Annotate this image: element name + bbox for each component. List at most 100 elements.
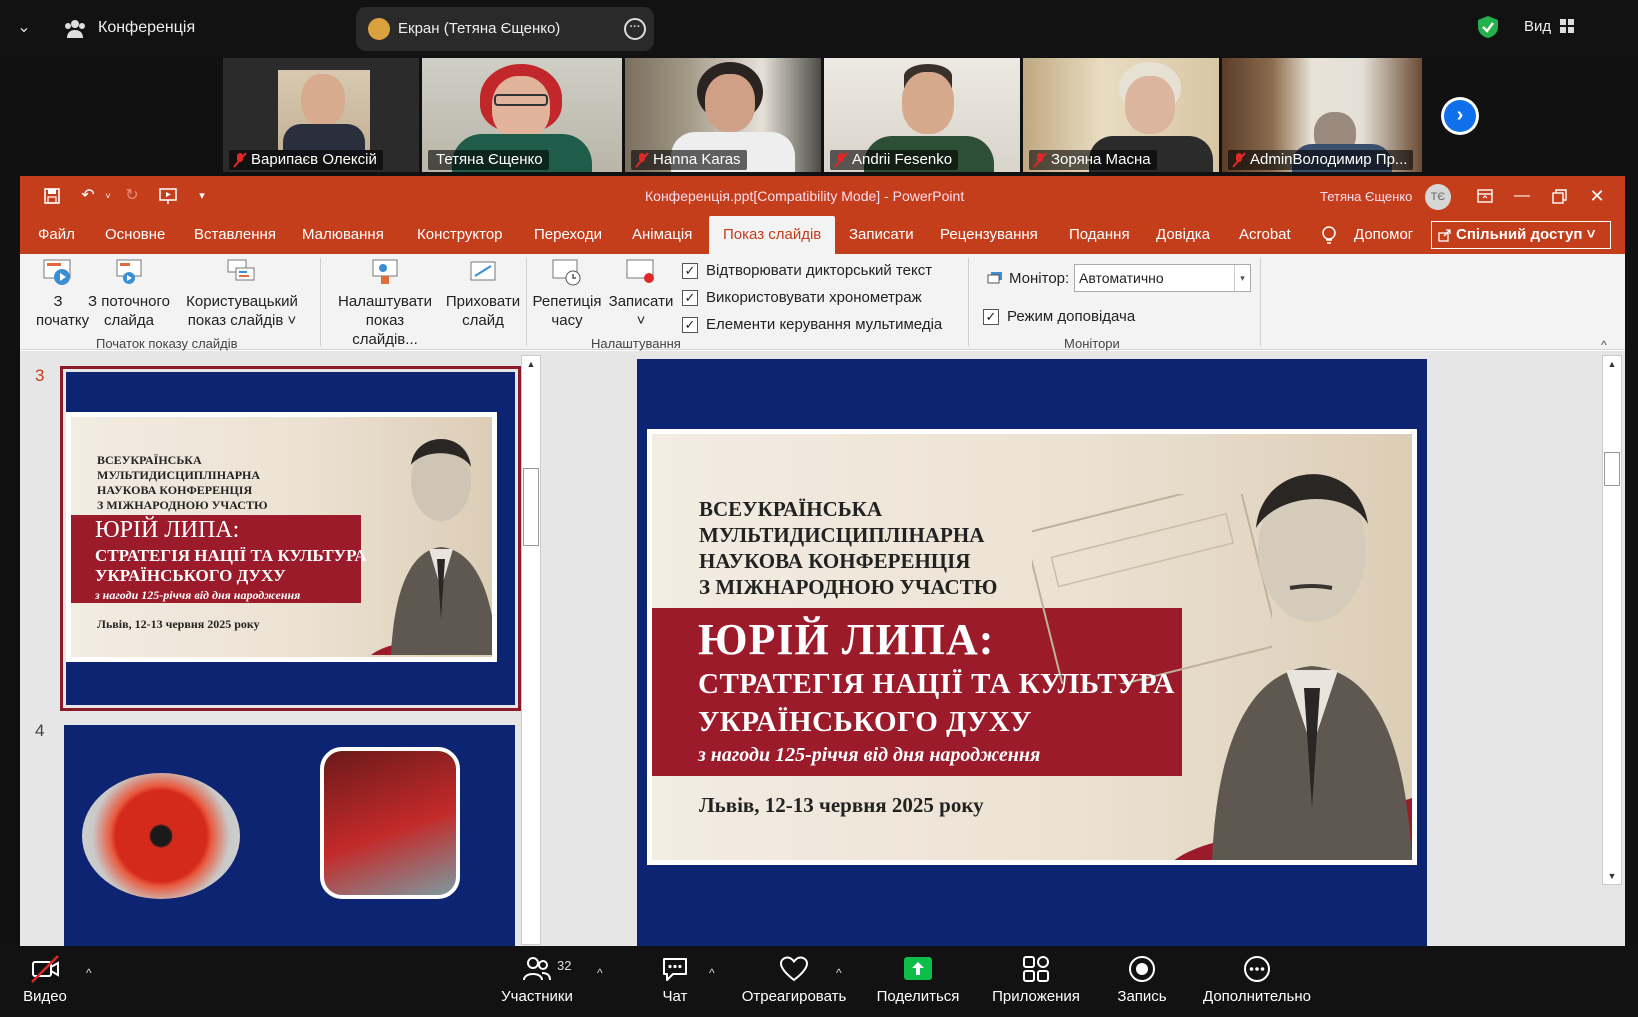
banner-subtitle-text: СТРАТЕГІЯ НАЦІЇ ТА КУЛЬТУРА УКРАЇНСЬКОГО … — [698, 668, 1175, 738]
screen-share-pill[interactable]: Екран (Тетяна Єщенко) ··· — [356, 7, 654, 51]
view-label[interactable]: Вид — [1524, 18, 1551, 35]
muted-mic-icon — [1232, 152, 1246, 168]
rehearse-timer-icon — [552, 259, 581, 286]
poppy-image — [82, 773, 240, 899]
slide-thumbnail-4[interactable] — [64, 725, 515, 946]
zoom-toolbar: Видео ^ Участники 32 ^ Чат ^ Отреагирова… — [0, 946, 1638, 1017]
play-narrations-checkbox[interactable]: ✓ Відтворювати дикторський текст — [682, 262, 932, 279]
monitor-select[interactable]: Автоматично ▾ — [1074, 264, 1251, 292]
slideshow-start-icon — [43, 259, 71, 285]
user-name[interactable]: Тетяна Єщенко — [1320, 189, 1412, 204]
chat-button[interactable]: Чат — [652, 954, 698, 1005]
tab-acrobat[interactable]: Acrobat — [1225, 216, 1305, 254]
custom-slide-show-button[interactable]: Користувацький показ слайдів ˅ — [184, 258, 300, 330]
banner-heading-text: ВСЕУКРАЇНСЬКА МУЛЬТИДИСЦИПЛІНАРНА НАУКОВА … — [699, 497, 998, 599]
participant-name: Hanna Karas — [631, 150, 747, 170]
lightbulb-icon[interactable] — [1320, 225, 1338, 245]
restore-icon[interactable] — [1547, 184, 1571, 208]
muted-mic-icon — [834, 152, 848, 168]
tab-file[interactable]: Файл — [24, 216, 89, 254]
video-options-caret-icon[interactable]: ^ — [86, 966, 92, 980]
share-screen-button[interactable]: Поделиться — [872, 954, 964, 1005]
customize-toolbar-icon[interactable]: ▾ — [192, 186, 212, 206]
media-controls-checkbox[interactable]: ✓ Елементи керування мультимедіа — [682, 316, 942, 333]
presenter-view-checkbox[interactable]: ✓ Режим доповідача — [983, 308, 1135, 325]
hide-slide-button[interactable]: Приховати слайд — [444, 258, 522, 330]
apps-button[interactable]: Приложения — [988, 954, 1084, 1005]
tab-slide-show[interactable]: Показ слайдів — [709, 216, 836, 254]
participants-icon — [523, 957, 551, 981]
banner-inner: ВСЕУКРАЇНСЬКА МУЛЬТИДИСЦИПЛІНАРНА НАУКОВА … — [652, 434, 1412, 860]
encryption-shield-icon[interactable] — [1477, 15, 1499, 39]
tab-record[interactable]: Записати — [835, 216, 928, 254]
participant-tile[interactable]: Andrii Fesenko — [824, 58, 1020, 172]
tab-view[interactable]: Подання — [1055, 216, 1144, 254]
record-slide-show-button[interactable]: Записати ˅ — [606, 258, 676, 330]
slide-number-next: 4 — [35, 721, 45, 740]
participant-tile[interactable]: Варипаєв Олексій — [223, 58, 419, 172]
rehearse-timings-button[interactable]: Репетиція часу — [530, 258, 604, 330]
view-grid-icon[interactable] — [1559, 18, 1575, 34]
minimize-icon[interactable]: — — [1510, 184, 1534, 208]
collapse-chevron-icon[interactable]: ⌄ — [14, 16, 34, 40]
tab-design[interactable]: Конструктор — [403, 216, 517, 254]
muted-mic-icon — [635, 152, 649, 168]
portrait-image — [371, 439, 492, 655]
share-button[interactable]: Спільний доступ ˅ — [1431, 221, 1611, 249]
participant-tile[interactable]: Зоряна Масна — [1023, 58, 1219, 172]
participant-name: Тетяна Єщенко — [428, 150, 549, 170]
react-button[interactable]: Отреагировать — [740, 954, 848, 1005]
user-avatar[interactable]: ТЄ — [1425, 184, 1451, 210]
portrait-photo-image — [320, 747, 460, 899]
setup-show-icon — [372, 259, 398, 284]
scroll-down-icon[interactable]: ▼ — [1603, 868, 1621, 884]
participant-tile[interactable]: AdminВолодимир Пр... — [1222, 58, 1422, 172]
tab-animations[interactable]: Анімація — [618, 216, 706, 254]
scroll-up-icon[interactable]: ▲ — [1603, 356, 1621, 372]
chat-options-caret-icon[interactable]: ^ — [709, 966, 715, 980]
close-icon[interactable]: ✕ — [1585, 184, 1609, 208]
slideshow-current-icon — [116, 259, 142, 284]
record-button[interactable]: Запись — [1112, 954, 1172, 1005]
collapse-ribbon-icon[interactable]: ^ — [1601, 338, 1607, 352]
banner-occasion-text: з нагоди 125-річчя від дня народження — [698, 744, 1041, 766]
redo-icon[interactable]: ↻ — [122, 186, 142, 206]
slide-thumbnail-selected[interactable]: ВСЕУКРАЇНСЬКА МУЛЬТИДИСЦИПЛІНАРНА НАУКОВА … — [60, 366, 521, 711]
more-button[interactable]: Дополнительно — [1198, 954, 1316, 1005]
save-icon[interactable] — [42, 186, 62, 206]
apps-icon — [1023, 956, 1049, 982]
participant-tile[interactable]: Тетяна Єщенко — [422, 58, 622, 172]
participants-count: 32 — [557, 958, 572, 973]
tab-review[interactable]: Рецензування — [926, 216, 1052, 254]
tab-transitions[interactable]: Переходи — [520, 216, 616, 254]
participants-options-caret-icon[interactable]: ^ — [597, 966, 603, 980]
undo-icon[interactable]: ↶ — [78, 186, 98, 206]
next-page-button[interactable]: › — [1441, 97, 1479, 135]
editor-scrollbar[interactable]: ▲ ▼ — [1602, 355, 1622, 885]
meeting-label[interactable]: Конференція — [98, 19, 195, 37]
tab-help[interactable]: Довідка — [1142, 216, 1224, 254]
from-beginning-button[interactable]: Зпочатку — [36, 258, 89, 330]
thumbnails-scrollbar[interactable]: ▲ — [521, 355, 541, 945]
record-show-icon — [626, 259, 654, 283]
scrollbar-thumb[interactable] — [523, 468, 539, 546]
undo-dropdown-icon[interactable]: ˅ — [98, 186, 118, 206]
participant-tile[interactable]: Hanna Karas — [625, 58, 821, 172]
current-slide: ВСЕУКРАЇНСЬКА МУЛЬТИДИСЦИПЛІНАРНА НАУКОВА … — [637, 359, 1427, 946]
tab-draw[interactable]: Малювання — [288, 216, 398, 254]
portrait-image — [1174, 474, 1412, 860]
ribbon-display-options-icon[interactable] — [1473, 184, 1497, 208]
scrollbar-thumb[interactable] — [1604, 452, 1620, 486]
video-button[interactable]: Видео — [14, 954, 76, 1005]
tab-home[interactable]: Основне — [91, 216, 179, 254]
document-title: Конференція.ppt[Compatibility Mode] - Po… — [645, 188, 965, 204]
react-options-caret-icon[interactable]: ^ — [836, 966, 842, 980]
set-up-slide-show-button[interactable]: Налаштувати показ слайдів... — [332, 258, 438, 349]
tab-insert[interactable]: Вставлення — [180, 216, 290, 254]
scroll-up-icon[interactable]: ▲ — [522, 356, 540, 372]
use-timings-checkbox[interactable]: ✓ Використовувати хронометраж — [682, 289, 922, 306]
start-slideshow-icon[interactable] — [158, 186, 178, 206]
from-current-slide-button[interactable]: З поточного слайда — [86, 258, 172, 330]
more-options-icon[interactable]: ··· — [624, 18, 646, 40]
tell-me-search[interactable]: Допомог — [1354, 216, 1413, 254]
